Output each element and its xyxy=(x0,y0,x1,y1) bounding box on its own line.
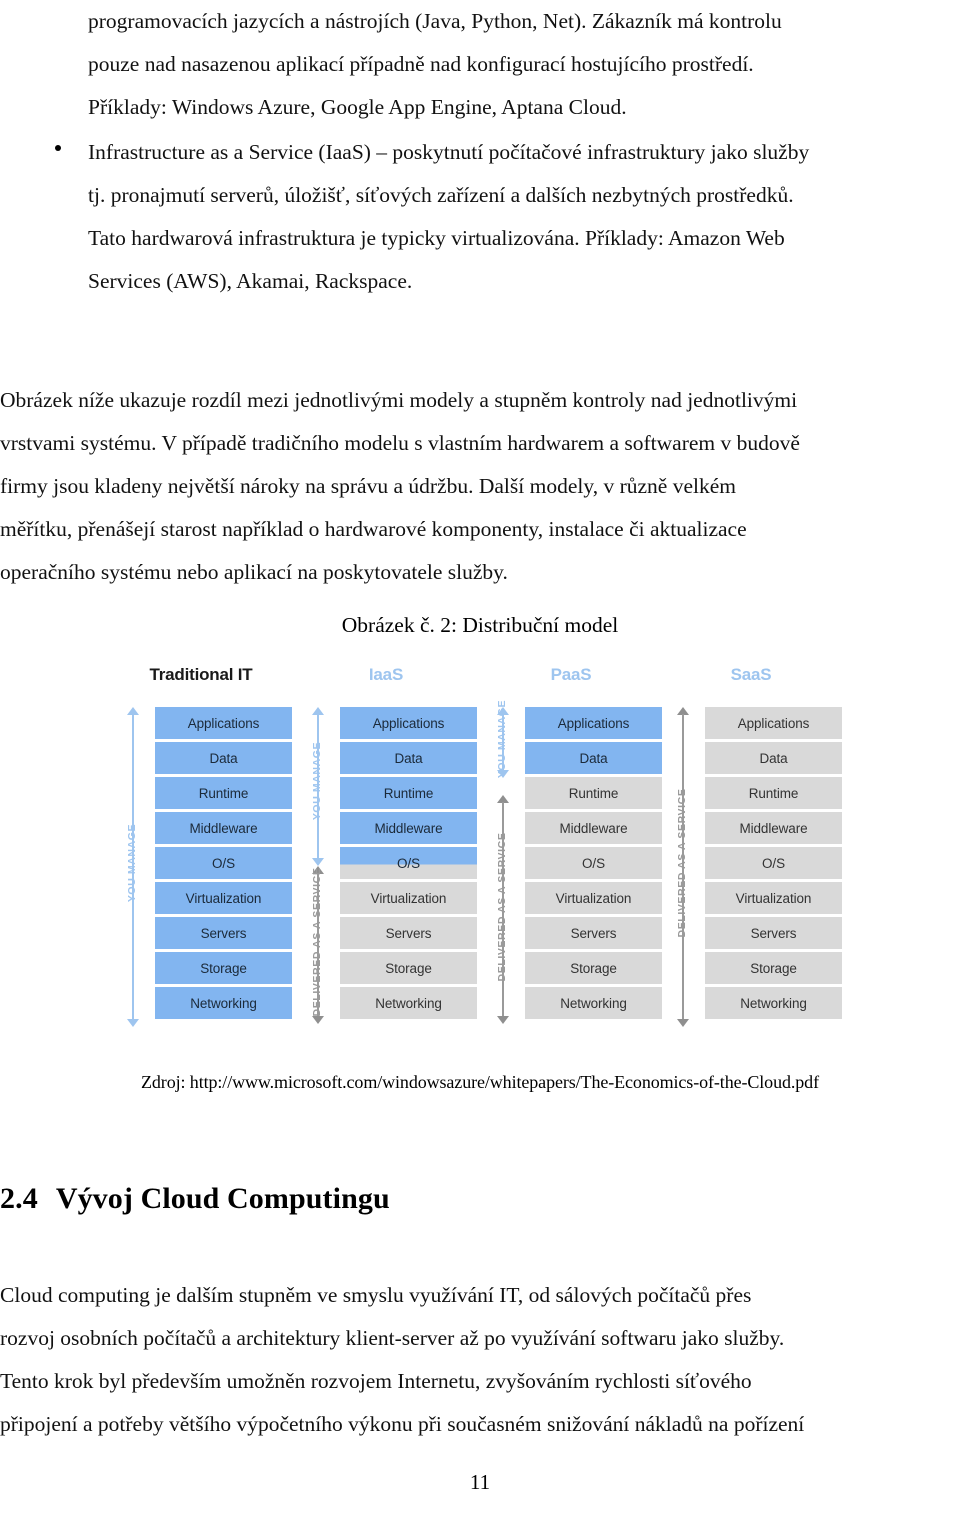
bullet-item-iaas: Infrastructure as a Service (IaaS) – pos… xyxy=(55,131,956,303)
bullet-item-text: Infrastructure as a Service (IaaS) – pos… xyxy=(88,131,956,303)
paragraph-line: měřítku, přenášejí starost například o h… xyxy=(0,517,747,541)
delivered-arrow-group-paas: DELIVERED AS A SERVICE xyxy=(480,795,514,1028)
paragraph-line: rozvoj osobních počítačů a architektury … xyxy=(0,1326,785,1350)
figure-layer-storage: Storage xyxy=(340,952,477,984)
paragraph-pass-continuation: programovacích jazycích a nástrojích (Ja… xyxy=(88,0,956,129)
figure-column-paas: PaaS YOU MANAGE DELIVERED AS A SERVICE A… xyxy=(480,665,662,1040)
paragraph-line: Obrázek níže ukazuje rozdíl mezi jednotl… xyxy=(0,388,798,412)
you-manage-label: YOU MANAGE xyxy=(311,741,323,821)
paragraph-line: Cloud computing je dalším stupněm ve smy… xyxy=(0,1283,752,1307)
figure-column-iaas: IaaS YOU MANAGE DELIVERED AS A SERVICE A… xyxy=(295,665,477,1040)
paragraph-line: operačního systému nebo aplikací na posk… xyxy=(0,560,508,584)
arrow-head-down-icon xyxy=(677,1019,689,1027)
paragraph-line: pouze nad nasazenou aplikací případně na… xyxy=(88,52,754,76)
figure-layer-stack-traditional-it: Applications Data Runtime Middleware O/S… xyxy=(155,707,292,1022)
arrow-head-down-icon xyxy=(497,1016,509,1024)
figure-layer-applications: Applications xyxy=(155,707,292,739)
figure-layer-runtime: Runtime xyxy=(705,777,842,809)
figure-layer-applications: Applications xyxy=(705,707,842,739)
figure-layer-os: O/S xyxy=(525,847,662,879)
delivered-arrow-group-saas: DELIVERED AS A SERVICE xyxy=(660,707,694,1027)
figure-layer-virtualization: Virtualization xyxy=(525,882,662,914)
figure-layer-servers: Servers xyxy=(155,917,292,949)
paragraph-line: programovacích jazycích a nástrojích (Ja… xyxy=(88,9,782,33)
delivered-arrow-group-iaas: DELIVERED AS A SERVICE xyxy=(295,866,329,1028)
figure-column-saas: SaaS DELIVERED AS A SERVICE Applications… xyxy=(660,665,842,1040)
figure-column-title: SaaS xyxy=(730,665,772,684)
arrow-head-down-icon xyxy=(127,1019,139,1027)
figure-layer-servers: Servers xyxy=(525,917,662,949)
paragraph-line: Příklady: Windows Azure, Google App Engi… xyxy=(88,95,627,119)
figure-layer-os: O/S xyxy=(155,847,292,879)
figure-layer-servers: Servers xyxy=(340,917,477,949)
paragraph-line: Tato hardwarová infrastruktura je typick… xyxy=(88,226,785,250)
figure-layer-os: O/S xyxy=(340,847,477,879)
figure-column-traditional-it: Traditional IT YOU MANAGE Applications D… xyxy=(110,665,292,1040)
figure-layer-networking: Networking xyxy=(340,987,477,1019)
section-heading-title: Vývoj Cloud Computingu xyxy=(55,1182,390,1215)
figure-layer-virtualization: Virtualization xyxy=(155,882,292,914)
figure-layer-applications: Applications xyxy=(525,707,662,739)
figure-column-title: Traditional IT xyxy=(149,665,253,684)
delivered-as-a-service-label: DELIVERED AS A SERVICE xyxy=(496,832,508,982)
paragraph-line: Tento krok byl především umožněn rozvoje… xyxy=(0,1369,752,1393)
figure-layer-middleware: Middleware xyxy=(340,812,477,844)
page-number: 11 xyxy=(469,1470,491,1494)
delivered-as-a-service-label: DELIVERED AS A SERVICE xyxy=(676,788,688,938)
section-heading-number: 2.4 xyxy=(0,1182,38,1215)
paragraph-line: vrstvami systému. V případě tradičního m… xyxy=(0,431,800,455)
paragraph-line: Infrastructure as a Service (IaaS) – pos… xyxy=(88,140,810,164)
figure-layer-os: O/S xyxy=(705,847,842,879)
section-heading: 2.4 Vývoj Cloud Computingu xyxy=(0,1182,390,1216)
figure-layer-applications: Applications xyxy=(340,707,477,739)
figure-layer-servers: Servers xyxy=(705,917,842,949)
figure-layer-networking: Networking xyxy=(525,987,662,1019)
paragraph-figure-intro: Obrázek níže ukazuje rozdíl mezi jednotl… xyxy=(0,379,956,594)
figure-layer-runtime: Runtime xyxy=(525,777,662,809)
figure-layer-networking: Networking xyxy=(705,987,842,1019)
paragraph-line: připojení a potřeby většího výpočetního … xyxy=(0,1412,805,1436)
paragraph-cloud-evolution: Cloud computing je dalším stupněm ve smy… xyxy=(0,1274,956,1446)
figure-source: Zdroj: http://www.microsoft.com/windowsa… xyxy=(141,1072,819,1092)
figure-layer-networking: Networking xyxy=(155,987,292,1019)
bullet-dot-icon xyxy=(55,145,61,151)
figure-layer-storage: Storage xyxy=(705,952,842,984)
delivered-as-a-service-label: DELIVERED AS A SERVICE xyxy=(311,867,323,1017)
paragraph-line: Services (AWS), Akamai, Rackspace. xyxy=(88,269,413,293)
figure-layer-virtualization: Virtualization xyxy=(340,882,477,914)
you-manage-arrow-group-paas: YOU MANAGE xyxy=(480,700,514,783)
figure-layer-middleware: Middleware xyxy=(525,812,662,844)
figure-layer-stack-saas: Applications Data Runtime Middleware O/S… xyxy=(705,707,842,1022)
figure-column-title: IaaS xyxy=(368,665,404,684)
figure-layer-stack-iaas: Applications Data Runtime Middleware O/S… xyxy=(340,707,477,1022)
paragraph-line: tj. pronajmutí serverů, úložišť, síťovýc… xyxy=(88,183,794,207)
figure-layer-storage: Storage xyxy=(155,952,292,984)
figure-caption: Obrázek č. 2: Distribuční model xyxy=(341,613,619,637)
you-manage-label: YOU MANAGE xyxy=(126,823,138,903)
figure-layer-stack-paas: Applications Data Runtime Middleware O/S… xyxy=(525,707,662,1022)
you-manage-label: YOU MANAGE xyxy=(496,699,508,779)
you-manage-arrow-group-traditional-it: YOU MANAGE xyxy=(110,707,144,1027)
paragraph-line: firmy jsou kladeny největší nároky na sp… xyxy=(0,474,736,498)
figure-layer-middleware: Middleware xyxy=(705,812,842,844)
document-page: programovacích jazycích a nástrojích (Ja… xyxy=(0,0,960,1523)
figure-layer-runtime: Runtime xyxy=(340,777,477,809)
distribution-model-figure: Traditional IT YOU MANAGE Applications D… xyxy=(110,665,870,1040)
figure-layer-middleware: Middleware xyxy=(155,812,292,844)
figure-layer-storage: Storage xyxy=(525,952,662,984)
figure-layer-data: Data xyxy=(705,742,842,774)
figure-layer-data: Data xyxy=(155,742,292,774)
you-manage-arrow-group-iaas: YOU MANAGE xyxy=(295,707,329,872)
figure-layer-data: Data xyxy=(525,742,662,774)
figure-layer-data: Data xyxy=(340,742,477,774)
figure-layer-virtualization: Virtualization xyxy=(705,882,842,914)
figure-layer-runtime: Runtime xyxy=(155,777,292,809)
